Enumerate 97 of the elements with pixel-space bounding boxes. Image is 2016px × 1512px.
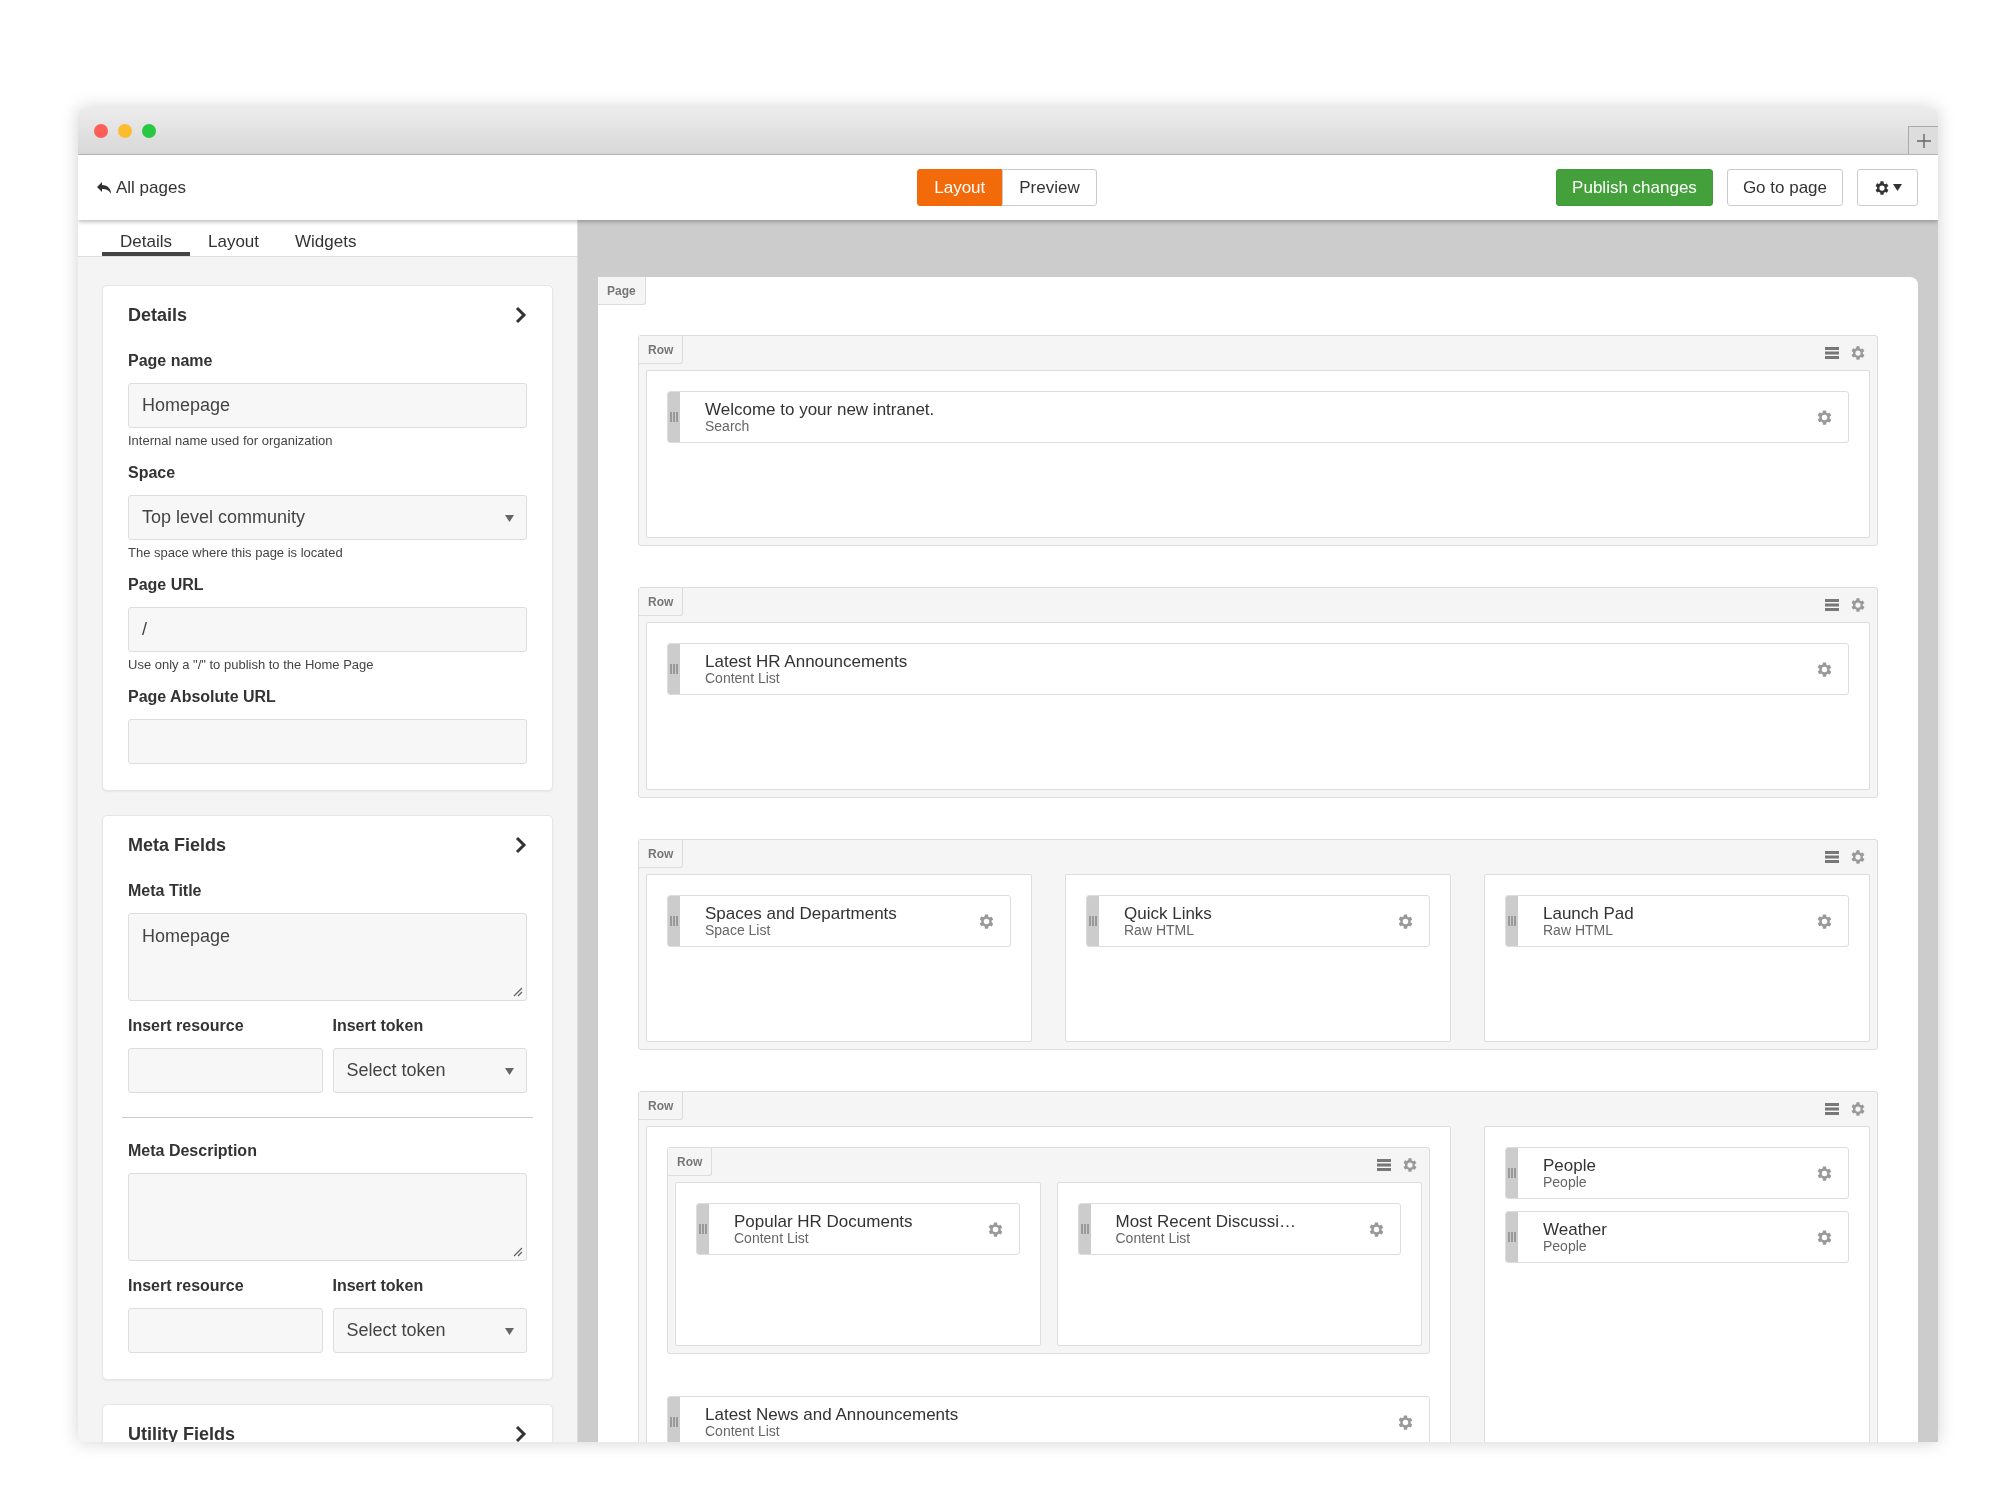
text-area[interactable]: Homepage <box>128 913 527 1001</box>
select-dropdown[interactable]: Select token <box>332 1048 527 1093</box>
plus-icon[interactable] <box>1916 133 1931 148</box>
drag-handle-icon[interactable] <box>1089 916 1097 926</box>
page-label: Page <box>598 277 646 305</box>
drag-handle-icon[interactable] <box>670 916 678 926</box>
menu-icon[interactable] <box>1825 346 1839 360</box>
sidebar-tab[interactable]: Widgets <box>277 220 375 256</box>
widget-card[interactable]: Latest News and Announcements Content List <box>667 1396 1430 1442</box>
chevron-right-icon[interactable] <box>515 1425 527 1442</box>
menu-icon[interactable] <box>1825 598 1839 612</box>
help-text: The space where this page is located <box>128 545 344 560</box>
widget-title: Latest HR Announcements <box>705 652 909 671</box>
chevron-right-icon[interactable] <box>515 836 527 854</box>
field-label: Page Absolute URL <box>128 688 277 706</box>
text-field[interactable]: / <box>128 607 527 652</box>
menu-icon[interactable] <box>1377 1158 1391 1172</box>
text-field[interactable] <box>128 719 527 764</box>
widget-card[interactable]: Welcome to your new intranet. Search <box>667 391 1849 443</box>
field-label: Insert token <box>332 1277 425 1295</box>
field-label: Meta Title <box>128 882 203 900</box>
caret-icon <box>1893 184 1902 191</box>
zoom-window-button[interactable] <box>142 124 156 138</box>
widget-type: Content List <box>1115 1230 1192 1246</box>
drag-handle-icon[interactable] <box>1080 1224 1089 1234</box>
widget-title: People <box>1543 1156 1597 1175</box>
widget-card[interactable]: Launch Pad Raw HTML <box>1505 895 1849 947</box>
help-text: Internal name used for organization <box>128 433 334 448</box>
widget-card[interactable]: Weather People <box>1505 1211 1849 1263</box>
drag-handle-icon[interactable] <box>1508 1232 1516 1242</box>
chevron-right-icon[interactable] <box>515 306 527 324</box>
new-tab-button[interactable] <box>1908 126 1938 154</box>
resize-handle-icon[interactable] <box>513 987 523 997</box>
widget-type: People <box>1543 1174 1587 1190</box>
back-arrow-icon <box>96 180 112 195</box>
settings-menu-button[interactable] <box>1857 169 1918 206</box>
widget-title: Launch Pad <box>1543 904 1635 923</box>
widget-title: Spaces and Departments <box>705 904 898 923</box>
widget-card[interactable]: Quick Links Raw HTML <box>1086 895 1430 947</box>
drag-handle-icon[interactable] <box>1508 1168 1516 1178</box>
mode-toggle[interactable]: Preview <box>1002 169 1097 206</box>
select-dropdown[interactable]: Top level community <box>128 495 527 540</box>
close-window-button[interactable] <box>94 124 108 138</box>
drag-handle-icon[interactable] <box>699 1224 707 1234</box>
card-title: Meta Fields <box>128 834 227 856</box>
widget-card[interactable]: Latest HR Announcements Content List <box>667 643 1849 695</box>
resize-handle-icon[interactable] <box>513 1247 523 1257</box>
drag-handle-icon[interactable] <box>670 1417 678 1427</box>
field-label: Insert resource <box>128 1017 245 1035</box>
menu-icon[interactable] <box>1825 1102 1839 1116</box>
caret-icon <box>505 1068 514 1075</box>
text-field[interactable] <box>128 1308 323 1353</box>
widget-type: Search <box>705 418 751 434</box>
widget-type: Raw HTML <box>1124 922 1195 938</box>
caret-icon <box>505 515 514 522</box>
widget-type: Raw HTML <box>1543 922 1614 938</box>
row-label: Row <box>639 840 684 868</box>
widget-title: Quick Links <box>1124 904 1213 923</box>
widget-title: Weather <box>1543 1220 1608 1239</box>
widget-type: People <box>1543 1238 1588 1254</box>
select-dropdown[interactable]: Select token <box>332 1308 527 1353</box>
widget-type: Content List <box>705 670 781 686</box>
field-label: Page name <box>128 352 214 370</box>
caret-icon <box>505 1328 514 1335</box>
sidebar-tab[interactable]: Details <box>102 220 190 256</box>
sidebar-tab[interactable]: Layout <box>189 220 277 256</box>
row-label: Row <box>639 336 684 364</box>
back-link[interactable]: All pages <box>96 177 576 198</box>
row-label: Row <box>668 1148 713 1176</box>
row-label: Row <box>639 1092 684 1120</box>
drag-handle-icon[interactable] <box>670 412 678 422</box>
text-field[interactable]: Homepage <box>128 383 527 428</box>
widget-type: Content List <box>705 1423 781 1439</box>
field-label: Space <box>128 464 177 482</box>
widget-title: Welcome to your new intranet. <box>705 400 936 419</box>
field-label: Meta Description <box>128 1142 258 1160</box>
field-label: Insert token <box>332 1017 425 1035</box>
settings-icon[interactable] <box>1873 178 1891 197</box>
text-field[interactable] <box>128 1048 323 1093</box>
card-title: Details <box>128 304 188 326</box>
row-label: Row <box>639 588 684 616</box>
field-label: Insert resource <box>128 1277 245 1295</box>
widget-card[interactable]: Spaces and Departments Space List <box>667 895 1011 947</box>
drag-handle-icon[interactable] <box>670 664 678 674</box>
widget-title: Latest News and Announcements <box>705 1405 960 1424</box>
help-text: Use only a "/" to publish to the Home Page <box>128 657 375 672</box>
field-label: Page URL <box>128 576 205 594</box>
widget-card[interactable]: Popular HR Documents Content List <box>696 1203 1020 1255</box>
menu-icon[interactable] <box>1825 850 1839 864</box>
widget-title: Popular HR Documents <box>734 1212 914 1231</box>
widget-type: Content List <box>734 1230 810 1246</box>
widget-card[interactable]: People People <box>1505 1147 1849 1199</box>
drag-handle-icon[interactable] <box>1508 916 1516 926</box>
go-to-page-button[interactable]: Go to page <box>1726 169 1843 206</box>
widget-title: Most Recent Discussi… <box>1115 1212 1297 1231</box>
widget-type: Space List <box>705 922 772 938</box>
widget-card[interactable]: Most Recent Discussi… Content List <box>1077 1203 1401 1255</box>
